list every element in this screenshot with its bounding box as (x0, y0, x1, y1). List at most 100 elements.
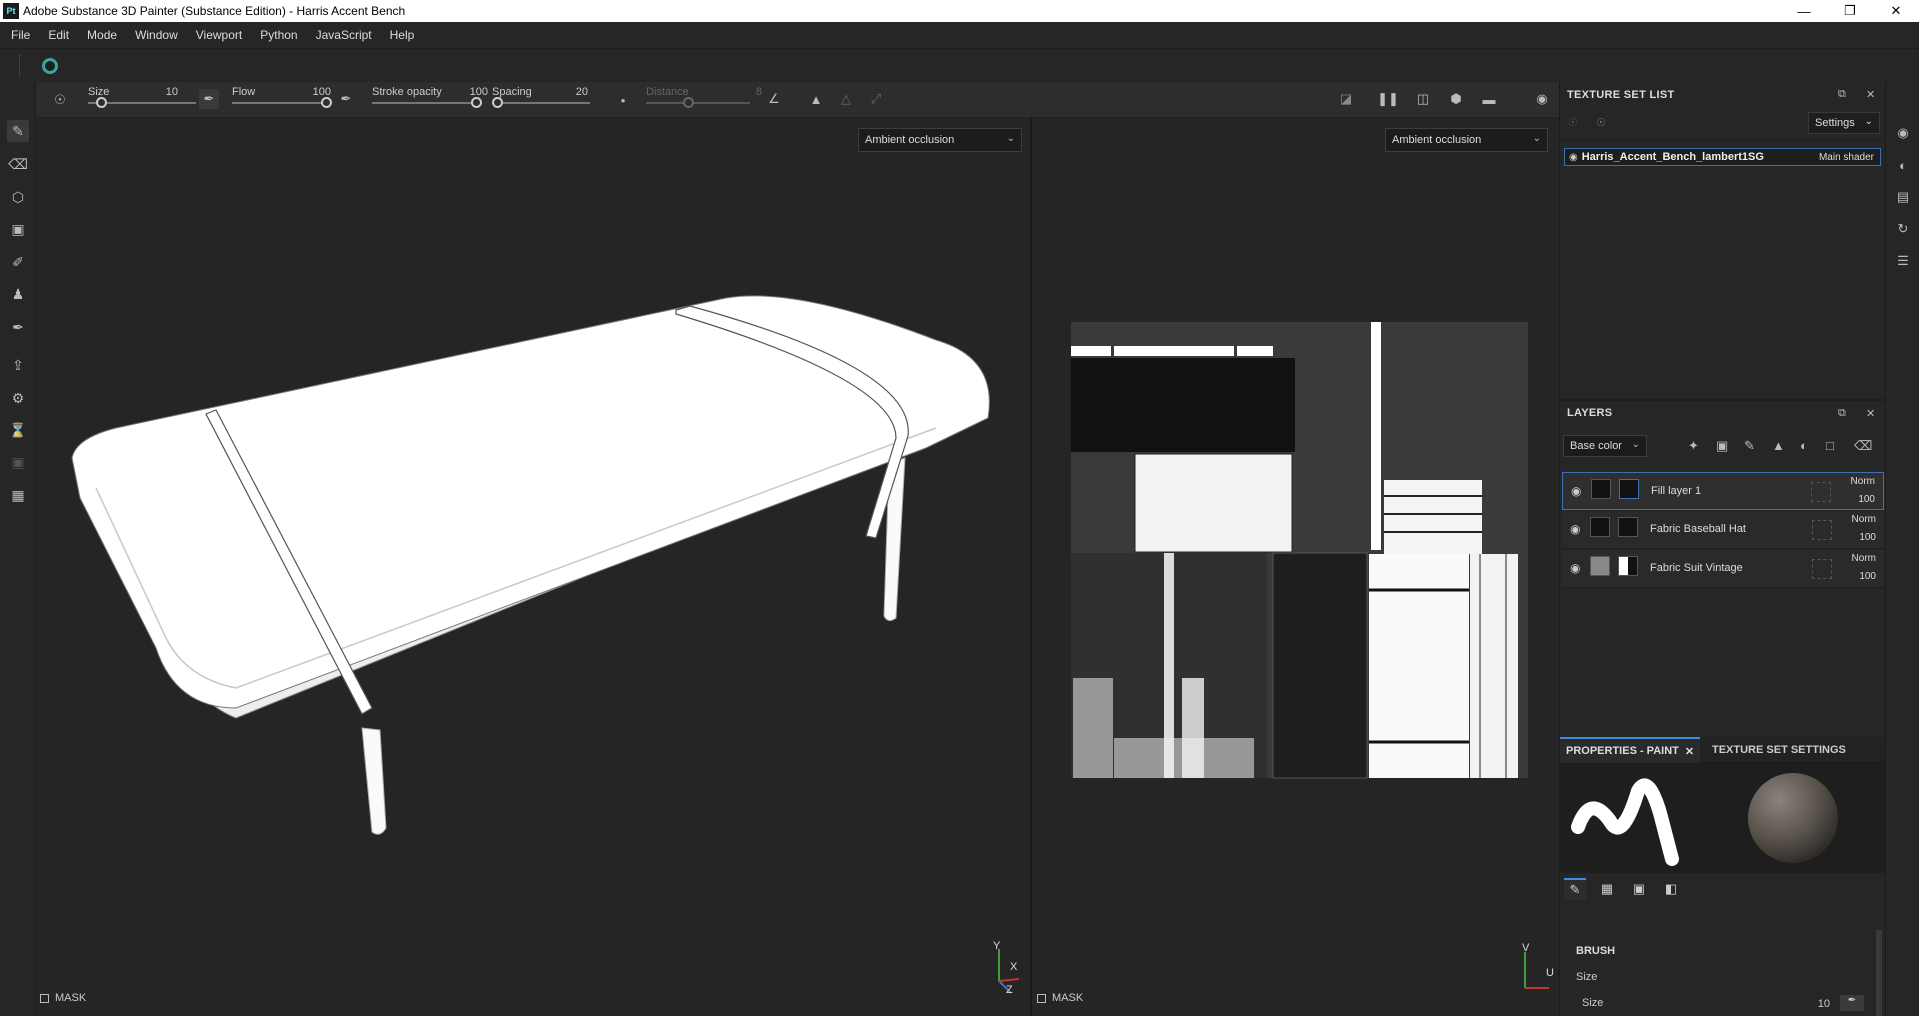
screenshot-icon[interactable]: ▦ (7, 484, 29, 506)
layer-visibility-eye-icon[interactable]: ◉ (1571, 484, 1581, 498)
layer-visibility-eye-icon[interactable]: ◉ (1570, 561, 1580, 575)
stencil-tab-icon[interactable]: ▣ (1628, 878, 1650, 900)
eraser-tool-icon[interactable]: ⌫ (7, 153, 29, 175)
size-value[interactable]: 10 (146, 86, 178, 98)
assets-icon[interactable]: ▤ (1894, 188, 1912, 206)
clone-stamp-tool-icon[interactable]: ♟ (7, 283, 29, 305)
pressure-flow-icon[interactable]: ✒ (336, 89, 356, 109)
material-tab-icon[interactable]: ◧ (1660, 878, 1682, 900)
visibility-eye-icon[interactable]: ☉ (1596, 116, 1606, 129)
flow-slider[interactable] (232, 102, 326, 104)
spacing-slider[interactable] (492, 102, 590, 104)
pressure-size-icon[interactable]: ✒ (199, 89, 219, 109)
texture-set-settings-dropdown[interactable]: Settings ⌄ (1808, 112, 1880, 134)
split-view-icon[interactable]: ◫ (1413, 89, 1433, 109)
spacing-value[interactable]: 20 (558, 86, 588, 98)
menu-edit[interactable]: Edit (39, 28, 78, 42)
hide-all-icon[interactable]: ☉ (1568, 116, 1578, 129)
display-mode-cube-icon[interactable]: ⬢ (1446, 89, 1466, 109)
projection-tool-icon[interactable]: ⬡ (7, 186, 29, 208)
size-slider-handle[interactable] (95, 97, 107, 108)
restore-icon[interactable]: ❐ (1827, 0, 1873, 22)
iray-icon[interactable]: ▣ (7, 451, 29, 473)
menu-window[interactable]: Window (126, 28, 187, 42)
texture-set-shader[interactable]: Main shader (1819, 152, 1874, 163)
stroke-opacity-slider-handle[interactable] (471, 97, 482, 108)
settings-gear-icon[interactable]: ⚙ (7, 387, 29, 409)
stroke-opacity-slider[interactable] (372, 102, 476, 104)
layer-visibility-eye-icon[interactable]: ◉ (1570, 522, 1580, 536)
layer-mask-slot[interactable] (1812, 520, 1832, 540)
stroke-opacity-value[interactable]: 100 (452, 86, 488, 98)
viewport-2d-mask-toggle[interactable]: MASK (1037, 992, 1083, 1004)
smudge-tool-icon[interactable]: ✐ (7, 251, 29, 273)
layer-blend-mode[interactable]: Norm (1852, 514, 1876, 525)
viewport-2d[interactable]: Ambient occlusion ⌄ MASK V U (1032, 118, 1559, 1016)
add-smart-material-icon[interactable]: ◐ (1800, 438, 1808, 453)
menu-javascript[interactable]: JavaScript (307, 28, 381, 42)
alignment-icon[interactable]: ☉ (50, 90, 70, 110)
texture-set-item[interactable]: ◉ Harris_Accent_Bench_lambert1SG Main sh… (1564, 148, 1881, 166)
menu-python[interactable]: Python (251, 28, 306, 42)
screenshot-camera-icon[interactable]: ◉ (1532, 89, 1552, 109)
menu-viewport[interactable]: Viewport (187, 28, 251, 42)
distance-slider[interactable] (646, 102, 750, 104)
add-folder-icon[interactable]: □ (1826, 438, 1834, 453)
layer-mask-thumbnail[interactable] (1618, 517, 1638, 537)
undock-icon[interactable]: ⧉ (1838, 88, 1846, 101)
pause-render-icon[interactable]: ❚❚ (1377, 89, 1399, 109)
log-icon[interactable]: ☰ (1894, 252, 1912, 270)
layer-blend-mode[interactable]: Norm (1852, 553, 1876, 564)
uv-texture-map[interactable] (1032, 118, 1559, 1016)
delete-layer-trash-icon[interactable]: ⌫ (1854, 438, 1872, 454)
layer-opacity[interactable]: 100 (1859, 571, 1876, 582)
hide-overlay-icon[interactable]: ◪ (1336, 89, 1356, 109)
layer-blend-mode[interactable]: Norm (1851, 476, 1875, 487)
pressure-toggle-icon[interactable]: ✒ (1840, 995, 1864, 1011)
eye-icon[interactable]: ◉ (1569, 152, 1578, 163)
menu-help[interactable]: Help (381, 28, 424, 42)
add-effect-wand-icon[interactable]: ✦ (1688, 438, 1699, 454)
drag-handle[interactable] (19, 55, 21, 77)
flow-slider-handle[interactable] (321, 97, 332, 108)
bench-model[interactable] (36, 118, 1030, 1016)
layer-row[interactable]: ◉ Fill layer 1 Norm 100 (1562, 472, 1884, 510)
shader-settings-icon[interactable]: ◐ (1894, 156, 1912, 174)
viewport-3d[interactable]: Ambient occlusion ⌄ MASK Y X Z (36, 118, 1030, 1016)
add-paint-layer-icon[interactable]: ✎ (1744, 438, 1755, 454)
symmetry-mirror-icon[interactable]: △ (836, 89, 856, 109)
polygon-fill-tool-icon[interactable]: ▣ (7, 218, 29, 240)
close-panel-icon[interactable]: ✕ (1866, 88, 1875, 101)
distance-slider-handle[interactable] (682, 97, 694, 108)
layer-channel-select[interactable]: Base color ⌄ (1563, 435, 1647, 457)
menu-file[interactable]: File (2, 28, 39, 42)
tab-texture-set-settings[interactable]: TEXTURE SET SETTINGS (1706, 737, 1852, 763)
lazy-mouse-icon[interactable]: • (613, 90, 633, 110)
color-picker-tool-icon[interactable]: ✒ (7, 316, 29, 338)
add-mask-icon[interactable]: ▣ (1716, 438, 1728, 454)
camera-icon[interactable]: ▬ (1479, 89, 1499, 109)
layer-mask-slot[interactable] (1811, 482, 1831, 502)
brush-size-value[interactable]: 10 (1806, 998, 1830, 1010)
layer-mask-thumbnail[interactable] (1619, 479, 1639, 499)
alpha-tab-icon[interactable]: ▦ (1596, 878, 1618, 900)
layer-mask-thumbnail[interactable] (1618, 556, 1638, 576)
history-icon[interactable]: ↻ (1894, 220, 1912, 238)
line-angle-icon[interactable]: ∠ (764, 89, 784, 109)
viewport-3d-mask-toggle[interactable]: MASK (40, 992, 86, 1004)
symmetry-transform-icon[interactable]: ⤢ (866, 89, 886, 109)
brush-tab-icon[interactable]: ✎ (1564, 878, 1586, 900)
undock-icon[interactable]: ⧉ (1838, 407, 1846, 420)
layer-opacity[interactable]: 100 (1858, 494, 1875, 505)
symmetry-icon[interactable]: ▲ (806, 89, 826, 109)
properties-scrollbar[interactable] (1876, 930, 1882, 1016)
layer-row[interactable]: ◉ Fabric Baseball Hat Norm 100 (1562, 511, 1884, 549)
menu-mode[interactable]: Mode (78, 28, 126, 42)
add-fill-layer-icon[interactable]: ▲ (1772, 438, 1785, 453)
minimize-icon[interactable]: — (1781, 0, 1827, 22)
export-icon[interactable]: ⇪ (7, 354, 29, 376)
layer-row[interactable]: ◉ Fabric Suit Vintage Norm 100 (1562, 550, 1884, 588)
substance-plugin-icon[interactable] (42, 58, 58, 74)
bake-icon[interactable]: ⌛ (7, 419, 29, 441)
distance-value[interactable]: 8 (736, 86, 762, 98)
